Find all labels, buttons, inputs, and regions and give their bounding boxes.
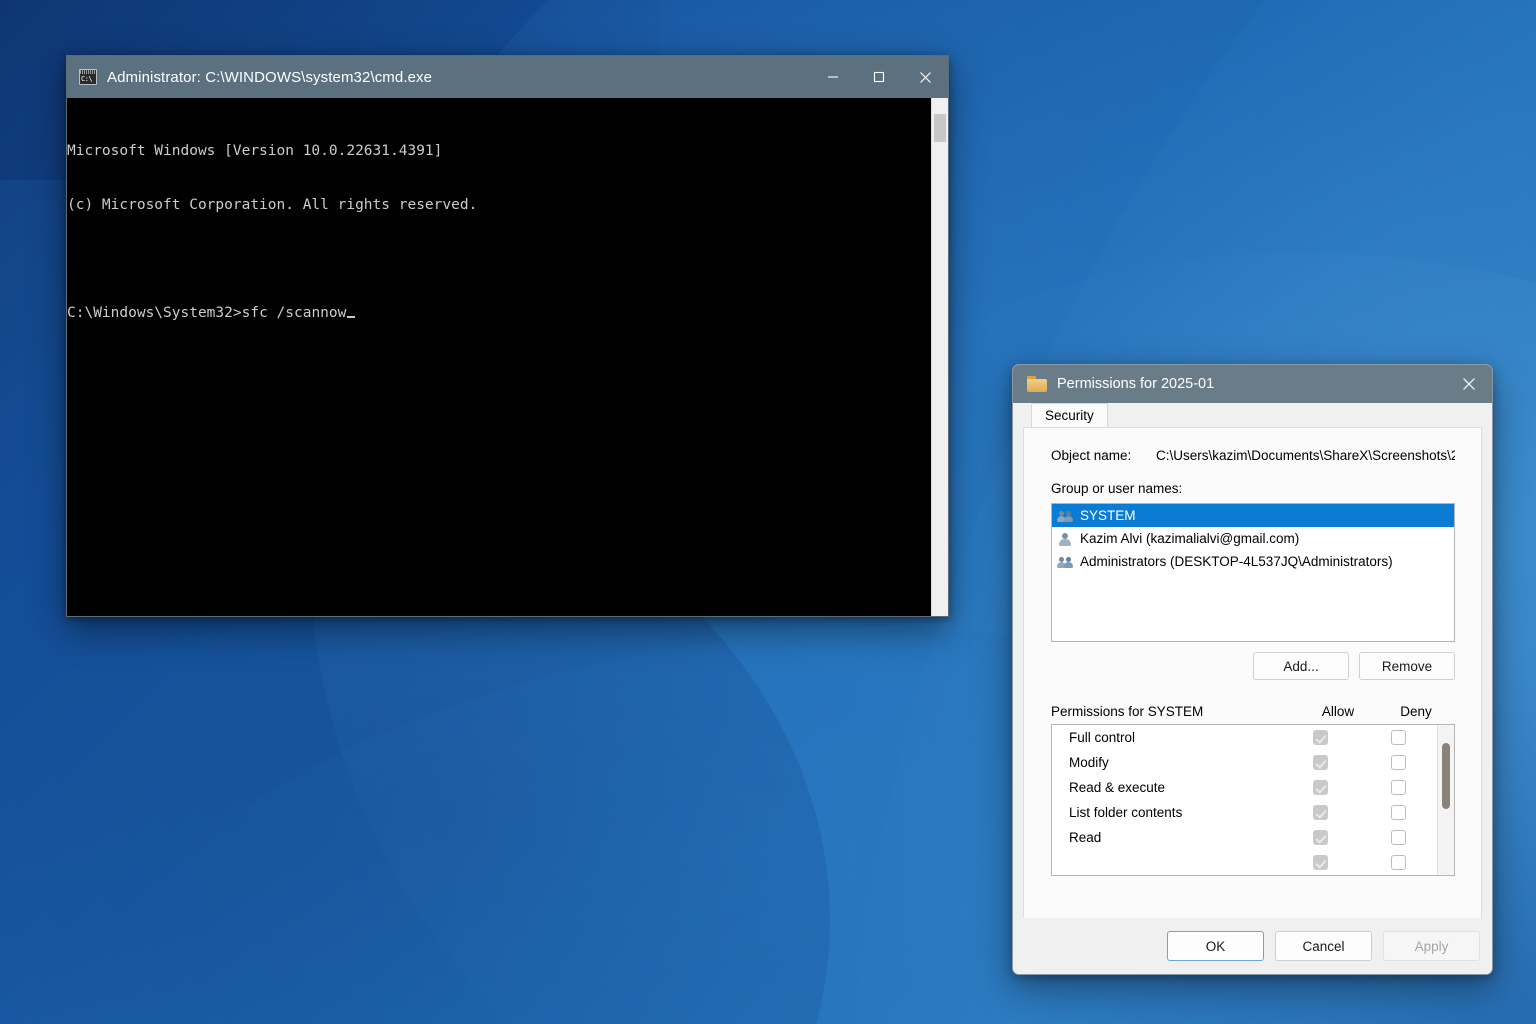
permissions-dialog[interactable]: Permissions for 2025-01 Security Object … bbox=[1012, 364, 1493, 975]
list-item-label: SYSTEM bbox=[1080, 508, 1136, 523]
deny-checkbox[interactable] bbox=[1390, 805, 1406, 820]
list-item[interactable]: Kazim Alvi (kazimalialvi@gmail.com) bbox=[1052, 527, 1454, 550]
permissions-table[interactable]: Full control Modify Read & execute List … bbox=[1051, 724, 1455, 876]
ok-button[interactable]: OK bbox=[1167, 931, 1264, 961]
maximize-icon[interactable] bbox=[856, 56, 902, 98]
object-name-label: Object name: bbox=[1051, 448, 1132, 463]
group-or-user-names-label: Group or user names: bbox=[1051, 481, 1183, 496]
allow-checkbox[interactable] bbox=[1312, 780, 1328, 795]
allow-checkbox[interactable] bbox=[1312, 805, 1328, 820]
permission-name: Read bbox=[1069, 830, 1102, 845]
permission-name: List folder contents bbox=[1069, 805, 1183, 820]
deny-checkbox[interactable] bbox=[1390, 855, 1406, 870]
permissions-table-header: Permissions for SYSTEM Allow Deny bbox=[1051, 704, 1455, 719]
console-line: Microsoft Windows [Version 10.0.22631.43… bbox=[67, 143, 443, 159]
close-icon[interactable] bbox=[902, 56, 948, 98]
column-header-allow: Allow bbox=[1321, 704, 1355, 719]
deny-checkbox[interactable] bbox=[1390, 780, 1406, 795]
list-item[interactable]: Administrators (DESKTOP-4L537JQ\Administ… bbox=[1052, 550, 1454, 573]
tab-security-label: Security bbox=[1045, 408, 1094, 423]
permissions-table-scrollbar-thumb[interactable] bbox=[1442, 743, 1450, 809]
dialog-footer: OK Cancel Apply bbox=[1013, 918, 1492, 974]
list-action-buttons: Add... Remove bbox=[1051, 652, 1455, 680]
add-button-label: Add... bbox=[1283, 658, 1319, 674]
tabstrip: Security bbox=[1013, 403, 1492, 427]
column-header-deny: Deny bbox=[1400, 704, 1432, 719]
user-icon bbox=[1057, 531, 1073, 547]
list-item[interactable]: SYSTEM bbox=[1052, 504, 1454, 527]
permission-name: Full control bbox=[1069, 730, 1136, 745]
dialog-title: Permissions for 2025-01 bbox=[1057, 376, 1215, 392]
allow-checkbox[interactable] bbox=[1312, 730, 1328, 745]
ok-button-label: OK bbox=[1205, 938, 1226, 954]
table-row[interactable]: Modify bbox=[1052, 750, 1454, 775]
folder-icon bbox=[1027, 376, 1047, 392]
cmd-window-title: Administrator: C:\WINDOWS\system32\cmd.e… bbox=[107, 68, 433, 86]
table-row[interactable]: Read & execute bbox=[1052, 775, 1454, 800]
permissions-for-label: Permissions for SYSTEM bbox=[1051, 704, 1204, 719]
list-item-label: Administrators (DESKTOP-4L537JQ\Administ… bbox=[1080, 554, 1393, 569]
command-prompt-window[interactable]: Administrator: C:\WINDOWS\system32\cmd.e… bbox=[66, 55, 949, 617]
cmd-titlebar[interactable]: Administrator: C:\WINDOWS\system32\cmd.e… bbox=[67, 56, 948, 98]
console-prompt: C:\Windows\System32> bbox=[67, 305, 242, 321]
security-panel: Object name: C:\Users\kazim\Documents\Sh… bbox=[1023, 427, 1482, 974]
allow-checkbox[interactable] bbox=[1312, 830, 1328, 845]
deny-checkbox[interactable] bbox=[1390, 730, 1406, 745]
permission-name: Modify bbox=[1069, 755, 1109, 770]
group-icon bbox=[1057, 508, 1073, 524]
permission-name: Read & execute bbox=[1069, 780, 1166, 795]
desktop-background: Administrator: C:\WINDOWS\system32\cmd.e… bbox=[0, 0, 1536, 1024]
tab-security[interactable]: Security bbox=[1031, 403, 1108, 427]
group-icon bbox=[1057, 554, 1073, 570]
cmd-window-buttons bbox=[810, 56, 948, 98]
apply-button: Apply bbox=[1383, 931, 1480, 961]
minimize-icon[interactable] bbox=[810, 56, 856, 98]
cmd-console-body[interactable]: Microsoft Windows [Version 10.0.22631.43… bbox=[67, 98, 948, 616]
console-command: sfc /scannow bbox=[241, 305, 347, 321]
cancel-button[interactable]: Cancel bbox=[1275, 931, 1372, 961]
group-or-user-names-list[interactable]: SYSTEM Kazim Alvi (kazimalialvi@gmail.co… bbox=[1051, 503, 1455, 642]
allow-checkbox[interactable] bbox=[1312, 855, 1328, 870]
dialog-titlebar[interactable]: Permissions for 2025-01 bbox=[1013, 365, 1492, 403]
cmd-scrollbar-thumb[interactable] bbox=[934, 114, 946, 142]
cmd-scrollbar[interactable] bbox=[931, 98, 948, 616]
list-item-label: Kazim Alvi (kazimalialvi@gmail.com) bbox=[1080, 531, 1300, 546]
cancel-button-label: Cancel bbox=[1302, 938, 1345, 954]
console-line: (c) Microsoft Corporation. All rights re… bbox=[67, 197, 478, 213]
apply-button-label: Apply bbox=[1414, 938, 1449, 954]
remove-button-label: Remove bbox=[1381, 658, 1433, 674]
cmd-console-text[interactable]: Microsoft Windows [Version 10.0.22631.43… bbox=[67, 98, 931, 616]
console-prompt-line: C:\Windows\System32>sfc /scannow bbox=[67, 304, 931, 322]
remove-button[interactable]: Remove bbox=[1359, 652, 1455, 680]
deny-checkbox[interactable] bbox=[1390, 830, 1406, 845]
table-row[interactable]: Full control bbox=[1052, 725, 1454, 750]
add-button[interactable]: Add... bbox=[1253, 652, 1349, 680]
object-name-value: C:\Users\kazim\Documents\ShareX\Screensh… bbox=[1156, 448, 1455, 463]
allow-checkbox[interactable] bbox=[1312, 755, 1328, 770]
object-name-row: Object name: C:\Users\kazim\Documents\Sh… bbox=[1051, 448, 1455, 463]
close-icon[interactable] bbox=[1446, 365, 1492, 403]
cmd-console-icon bbox=[79, 69, 97, 85]
deny-checkbox[interactable] bbox=[1390, 755, 1406, 770]
console-caret bbox=[347, 316, 356, 318]
table-row-partial[interactable] bbox=[1052, 850, 1454, 875]
permissions-table-scrollbar[interactable] bbox=[1437, 725, 1454, 875]
table-row[interactable]: List folder contents bbox=[1052, 800, 1454, 825]
table-row[interactable]: Read bbox=[1052, 825, 1454, 850]
